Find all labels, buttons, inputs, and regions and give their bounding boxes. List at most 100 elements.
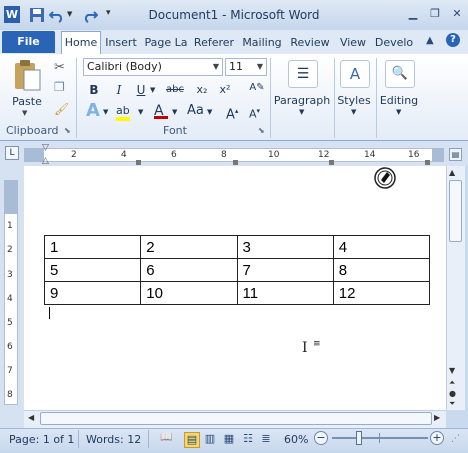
clipboard-launcher-icon[interactable]: ⬊ — [64, 126, 71, 135]
table-cell[interactable]: 9 — [43, 281, 142, 305]
column-marker-icon[interactable] — [136, 160, 141, 165]
change-case-icon[interactable]: Aa — [187, 103, 204, 119]
column-marker-icon[interactable] — [425, 160, 430, 165]
table-cell[interactable]: 8 — [332, 258, 431, 282]
styles-dropdown-icon[interactable]: ▼ — [351, 108, 356, 116]
binoculars-icon[interactable]: 🔍 — [385, 60, 415, 88]
underline-dropdown-icon[interactable]: ▼ — [150, 86, 155, 94]
grow-font-icon[interactable]: A▴ — [226, 103, 238, 122]
font-size-box[interactable]: 11 ▼ — [225, 58, 267, 76]
text-effects-dropdown-icon[interactable]: ▼ — [103, 108, 108, 116]
paste-icon[interactable] — [12, 58, 42, 92]
italic-icon[interactable]: I — [111, 82, 127, 98]
help-icon[interactable]: ? — [446, 33, 460, 47]
minimize-ribbon-icon[interactable]: ▲ — [426, 35, 434, 46]
ruler-number: 16 — [408, 150, 420, 160]
zoom-out-icon[interactable]: − — [314, 431, 328, 445]
tab-page-layout[interactable]: Page La — [144, 32, 188, 53]
table-cell[interactable]: 1 — [43, 235, 142, 259]
paste-button[interactable]: Paste — [8, 95, 46, 108]
font-name-dropdown-icon[interactable]: ▼ — [213, 59, 219, 75]
scroll-down-icon[interactable]: ▼ — [449, 366, 455, 375]
resize-grip-icon[interactable]: ⋰ — [451, 434, 460, 444]
tab-file[interactable]: File — [2, 31, 55, 53]
tab-insert[interactable]: Insert — [102, 32, 140, 53]
outline-view-icon[interactable]: ☷ — [241, 432, 255, 446]
paste-dropdown-icon[interactable]: ▼ — [22, 109, 27, 117]
font-launcher-icon[interactable]: ⬊ — [258, 126, 265, 135]
subscript-icon[interactable]: x₂ — [194, 82, 210, 98]
tab-home[interactable]: Home — [61, 31, 101, 54]
table-cell[interactable]: 7 — [236, 258, 334, 282]
zoom-in-icon[interactable]: + — [430, 431, 444, 445]
highlight-dropdown-icon[interactable]: ▼ — [138, 108, 143, 116]
format-painter-icon[interactable]: 🖌 — [54, 102, 69, 116]
scroll-left-icon[interactable]: ◀ — [28, 413, 34, 422]
strikethrough-icon[interactable]: abc — [165, 82, 185, 98]
next-page-icon[interactable]: ⏷ — [449, 399, 455, 409]
word-count-status[interactable]: Words: 12 — [86, 433, 141, 446]
font-color-icon[interactable]: A — [154, 103, 168, 119]
tab-references[interactable]: Referer — [192, 32, 236, 53]
font-size-dropdown-icon[interactable]: ▼ — [257, 59, 263, 75]
table-cell[interactable]: 5 — [43, 258, 142, 282]
close-icon[interactable]: ✕ — [448, 6, 466, 22]
superscript-icon[interactable]: x² — [217, 82, 233, 98]
editing-button[interactable]: Editing — [377, 94, 421, 107]
proofing-icon[interactable]: 📖 — [160, 432, 172, 443]
tab-view[interactable]: View — [337, 32, 369, 53]
paragraph-icon[interactable]: ☰ — [288, 60, 318, 88]
font-color-dropdown-icon[interactable]: ▼ — [172, 108, 177, 116]
text-effects-icon[interactable]: A — [86, 102, 100, 120]
cut-icon[interactable]: ✂ — [54, 60, 65, 75]
restore-icon[interactable]: ❐ — [426, 6, 444, 22]
copy-icon[interactable]: ❐ — [54, 80, 65, 94]
vertical-scroll-thumb[interactable] — [449, 180, 462, 242]
table-cell[interactable]: 2 — [140, 235, 238, 259]
shrink-font-icon[interactable]: A▾ — [249, 103, 260, 121]
paragraph-dropdown-icon[interactable]: ▼ — [299, 108, 304, 116]
word-table[interactable]: 1 2 3 4 5 6 7 8 9 10 11 12 — [43, 235, 431, 305]
zoom-slider-track[interactable] — [332, 437, 428, 439]
change-case-dropdown-icon[interactable]: ▼ — [207, 108, 212, 116]
hanging-indent-icon[interactable]: △ — [42, 156, 49, 166]
tab-mailings[interactable]: Mailing — [240, 32, 284, 53]
clear-formatting-icon[interactable]: A✎ — [248, 80, 266, 96]
move-table-icon[interactable] — [370, 166, 400, 190]
first-line-indent-icon[interactable]: ▽ — [42, 143, 49, 153]
table-row: 5 6 7 8 — [43, 258, 431, 282]
table-cell[interactable]: 12 — [332, 281, 431, 305]
column-marker-icon[interactable] — [233, 160, 238, 165]
horizontal-scroll-thumb[interactable] — [40, 412, 432, 425]
editing-dropdown-icon[interactable]: ▼ — [396, 108, 401, 116]
bold-icon[interactable]: B — [86, 82, 102, 98]
column-marker-icon[interactable] — [329, 160, 334, 165]
tab-review[interactable]: Review — [288, 32, 332, 53]
minimize-icon[interactable]: ▁ — [404, 6, 422, 22]
font-name-box[interactable]: Calibri (Body) ▼ — [83, 58, 223, 76]
scroll-up-icon[interactable]: ▲ — [449, 168, 455, 177]
table-cell[interactable]: 3 — [236, 235, 334, 259]
full-screen-reading-icon[interactable]: ▥ — [203, 432, 217, 446]
view-ruler-icon[interactable]: ▤ — [449, 148, 462, 161]
tab-selector-icon[interactable]: L — [5, 146, 19, 160]
scroll-right-icon[interactable]: ▶ — [434, 413, 440, 422]
underline-icon[interactable]: U — [133, 82, 149, 98]
zoom-slider-thumb[interactable] — [355, 431, 362, 445]
styles-icon[interactable]: A — [340, 60, 370, 88]
previous-page-icon[interactable]: ⏶ — [449, 378, 455, 388]
draft-view-icon[interactable]: ≣ — [259, 432, 273, 446]
styles-button[interactable]: Styles — [334, 94, 374, 107]
select-browse-object-icon[interactable]: ● — [449, 389, 456, 398]
table-cell[interactable]: 6 — [140, 258, 238, 282]
highlight-icon[interactable]: ab — [116, 103, 130, 121]
web-layout-icon[interactable]: ▦ — [222, 432, 236, 446]
table-cell[interactable]: 11 — [236, 281, 334, 305]
print-layout-view-icon[interactable]: ▤ — [184, 432, 200, 448]
table-cell[interactable]: 10 — [140, 281, 238, 305]
paragraph-button[interactable]: Paragraph — [272, 94, 332, 107]
zoom-level[interactable]: 60% — [284, 433, 308, 446]
tab-developer[interactable]: Develo — [372, 32, 416, 53]
page-count-status[interactable]: Page: 1 of 1 — [9, 433, 74, 446]
table-cell[interactable]: 4 — [332, 235, 431, 259]
